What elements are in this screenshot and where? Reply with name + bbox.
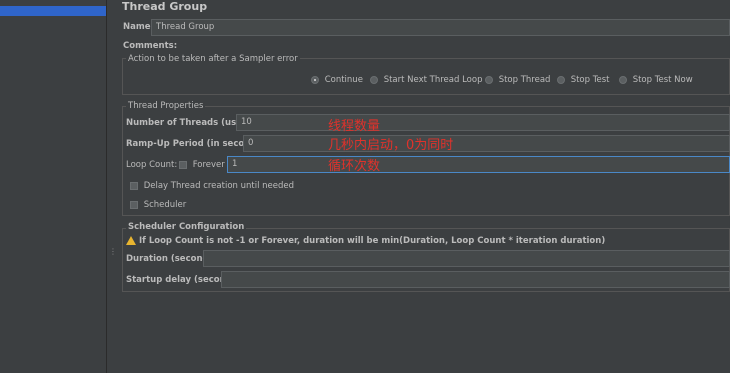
delay-thread-label: Delay Thread creation until needed [143,181,295,191]
rampup-annotation: 几秒内启动，0为同时 [328,138,454,153]
warning-icon [126,236,136,245]
loop-annotation: 循环次数 [328,159,381,174]
grip-icon[interactable]: ⋮ [109,248,117,262]
radio-icon[interactable] [485,75,493,84]
radio-selected-icon[interactable] [311,75,319,84]
checkbox-icon[interactable] [130,200,138,209]
thread-properties-legend: Thread Properties [126,101,206,111]
scheduler-checkbox[interactable]: Scheduler [130,200,186,210]
name-input[interactable]: Thread Group [151,19,730,36]
page-title: Thread Group [122,0,208,13]
checkbox-icon[interactable] [130,181,138,190]
radio-stop-test[interactable]: Stop Test [557,75,609,85]
scheduler-label: Scheduler [143,200,187,210]
radio-icon[interactable] [619,75,627,84]
radio-label: Continue [324,75,363,85]
radio-stop-test-now[interactable]: Stop Test Now [619,75,693,85]
radio-continue[interactable]: Continue [311,75,363,85]
test-plan-tree[interactable] [0,0,106,373]
forever-checkbox[interactable]: Forever [179,160,225,170]
threads-input[interactable]: 10 [236,114,730,131]
radio-label: Stop Test [570,75,610,85]
radio-stop-thread[interactable]: Stop Thread [485,75,550,85]
loop-count-label: Loop Count: [126,160,178,170]
panel-splitter[interactable] [106,0,116,373]
radio-label: Stop Test Now [632,75,693,85]
threads-annotation: 线程数量 [328,119,381,134]
radio-icon[interactable] [370,75,378,84]
startup-delay-input[interactable] [221,271,730,288]
scheduler-config-legend: Scheduler Configuration [126,222,247,232]
checkbox-icon[interactable] [179,160,187,169]
loop-count-input[interactable]: 1 [227,156,730,173]
radio-label: Start Next Thread Loop [383,75,483,85]
comments-label: Comments: [123,41,178,51]
sampler-error-legend: Action to be taken after a Sampler error [126,54,300,64]
name-label: Name: [123,22,154,32]
scheduler-warning: If Loop Count is not -1 or Forever, dura… [139,236,606,246]
radio-icon[interactable] [557,75,565,84]
delay-thread-checkbox[interactable]: Delay Thread creation until needed [130,181,294,191]
forever-label: Forever [192,160,225,170]
radio-label: Stop Thread [498,75,551,85]
tree-selected-node[interactable] [0,6,106,16]
duration-input[interactable] [203,250,730,267]
rampup-input[interactable]: 0 [243,135,730,152]
radio-start-next-thread-loop[interactable]: Start Next Thread Loop [370,75,482,85]
